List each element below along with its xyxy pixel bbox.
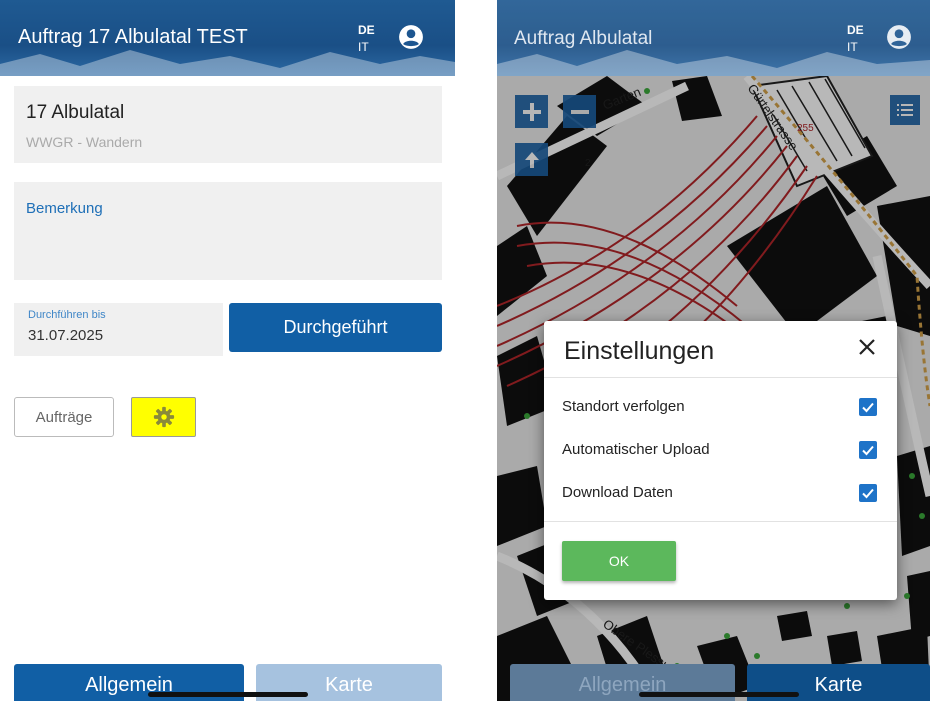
app-title: Auftrag 17 Albulatal TEST [18, 26, 248, 48]
account-icon[interactable] [886, 24, 912, 50]
option-track-location-checkbox[interactable] [859, 398, 877, 416]
checkmark-icon [862, 402, 874, 413]
close-icon[interactable] [857, 337, 877, 357]
account-icon[interactable] [398, 24, 424, 50]
remark-label: Bemerkung [26, 200, 103, 217]
order-subtitle: WWGR - Wandern [26, 134, 143, 150]
app-bar: Auftrag 17 Albulatal TEST DE IT [0, 0, 455, 76]
lang-de[interactable]: DE [358, 22, 375, 39]
mountain-backdrop [497, 50, 930, 76]
language-switcher[interactable]: DE IT [847, 22, 864, 56]
screen-gap [455, 0, 497, 701]
app-title: Auftrag Albulatal [514, 28, 653, 49]
checkmark-icon [862, 488, 874, 499]
option-track-location-label: Standort verfolgen [562, 398, 685, 415]
app-bar: Auftrag Albulatal DE IT [497, 0, 930, 76]
gear-icon [153, 406, 174, 428]
checkmark-icon [862, 445, 874, 456]
settings-dialog: Einstellungen Standort verfolgen Automat… [544, 321, 897, 600]
due-date-label: Durchführen bis [28, 309, 106, 321]
dialog-divider [544, 377, 897, 378]
ok-button[interactable]: OK [562, 541, 676, 581]
order-name: 17 Albulatal [26, 102, 125, 123]
home-indicator [148, 692, 308, 697]
lang-it[interactable]: IT [847, 39, 864, 56]
right-screen: Garten Gürtelstrasse Obere Plessur 255 2… [497, 0, 930, 701]
lang-de[interactable]: DE [847, 22, 864, 39]
option-download-data-checkbox[interactable] [859, 484, 877, 502]
remark-field[interactable]: Bemerkung [14, 182, 442, 280]
done-button[interactable]: Durchgeführt [229, 303, 442, 352]
orders-button[interactable]: Aufträge [14, 397, 114, 437]
dialog-divider [544, 521, 897, 522]
language-switcher[interactable]: DE IT [358, 22, 375, 56]
option-auto-upload-label: Automatischer Upload [562, 441, 710, 458]
mountain-backdrop [0, 50, 455, 76]
lang-it[interactable]: IT [358, 39, 375, 56]
option-download-data-label: Download Daten [562, 484, 673, 501]
due-date-value: 31.07.2025 [28, 327, 104, 344]
option-auto-upload-checkbox[interactable] [859, 441, 877, 459]
settings-button[interactable] [131, 397, 196, 437]
order-card: 17 Albulatal WWGR - Wandern [14, 86, 442, 163]
home-indicator [639, 692, 799, 697]
dialog-title: Einstellungen [564, 337, 715, 365]
left-screen: Auftrag 17 Albulatal TEST DE IT 17 Albul… [0, 0, 455, 701]
due-date-field[interactable]: Durchführen bis 31.07.2025 [14, 303, 223, 356]
